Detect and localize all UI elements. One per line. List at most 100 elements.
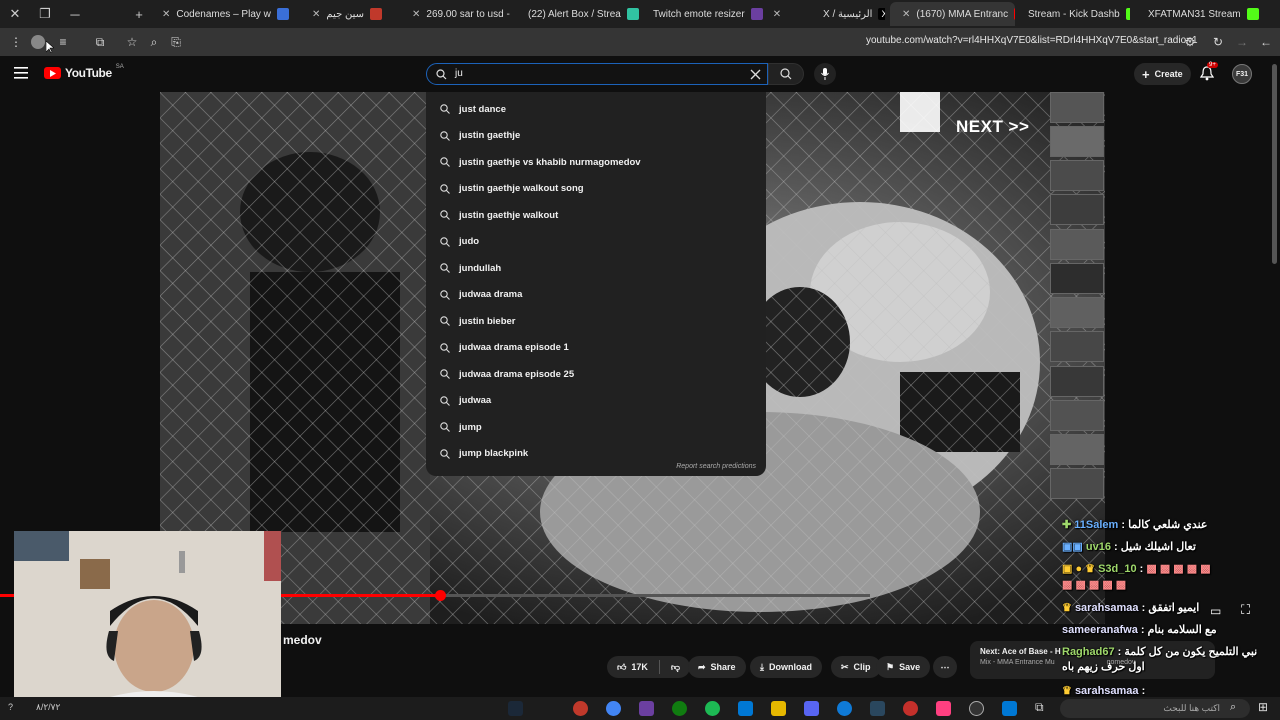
address-bar[interactable]: youtube.com/watch?v=rl4HHXqV7E0&list=RDr… [866, 35, 1198, 46]
steam-icon[interactable] [508, 701, 523, 716]
obs-icon[interactable] [969, 701, 984, 716]
search-suggestion-item[interactable]: jundullah [426, 255, 766, 282]
tab-currency[interactable]: ✕ 269.00 sar to usd - [400, 2, 515, 26]
like-button[interactable]: 👍︎ 17K 👎︎ [607, 656, 691, 678]
tab-xfatman-stream[interactable]: XFATMAN31 Stream [1140, 2, 1260, 26]
search-suggestion-item[interactable]: judwaa drama episode 1 [426, 335, 766, 362]
search-suggestion-item[interactable]: judwaa [426, 388, 766, 415]
share-page-icon[interactable]: ⎘ [168, 34, 184, 50]
restore-window-icon[interactable]: ❐ [30, 0, 60, 28]
reading-list-icon[interactable]: ≡ [55, 34, 71, 50]
more-actions-button[interactable]: ⋯ [933, 656, 957, 678]
thumbnail[interactable] [1050, 366, 1104, 397]
store-icon[interactable] [738, 701, 753, 716]
thumbnail[interactable] [1050, 194, 1104, 225]
thumbnail[interactable] [1050, 92, 1104, 123]
tab-x[interactable]: X / الرئيسية X [815, 2, 885, 26]
minimize-window-icon[interactable]: ─ [60, 0, 90, 28]
taskbar-search-box[interactable]: اكتب هنا للبحث [1060, 699, 1250, 718]
search-suggestion-item[interactable]: judo [426, 229, 766, 256]
tab-close-icon[interactable]: ✕ [902, 9, 910, 20]
tab-codenames[interactable]: ✕ Codenames – Play w [150, 2, 300, 26]
thumbnail[interactable] [1050, 331, 1104, 362]
page-scrollbar[interactable] [1272, 64, 1277, 264]
file-explorer-icon[interactable] [771, 701, 786, 716]
save-button[interactable]: ⚑ Save [876, 656, 931, 678]
app-icon[interactable] [936, 701, 951, 716]
tab-kick-dashboard[interactable]: Stream - Kick Dashb [1020, 2, 1130, 26]
avatar[interactable]: F31 [1232, 64, 1252, 84]
tab-close-icon[interactable]: ✕ [162, 9, 170, 20]
search-input[interactable]: ju [455, 68, 463, 79]
tab-seen-jeem[interactable]: ✕ سين جيم [300, 2, 400, 26]
chrome-icon[interactable] [606, 701, 621, 716]
search-suggestion-item[interactable]: judwaa drama episode 25 [426, 361, 766, 388]
voice-search-button[interactable] [814, 63, 836, 85]
app-icon[interactable] [573, 701, 588, 716]
profile-icon[interactable] [31, 35, 45, 49]
app-icon[interactable] [903, 701, 918, 716]
forward-icon[interactable]: → [1234, 34, 1250, 50]
task-view-icon[interactable]: ⧉ [1035, 700, 1044, 715]
tab-mma-entrance[interactable]: ✕ (1670) MMA Entranc [890, 2, 1015, 26]
edge-icon[interactable] [837, 701, 852, 716]
tab-alert-box[interactable]: (22) Alert Box / Strea [520, 2, 640, 26]
tab-emote-resizer[interactable]: Twitch emote resizer ✕ [645, 2, 785, 26]
close-window-icon[interactable]: ✕ [0, 0, 30, 28]
back-icon[interactable]: ← [1258, 34, 1274, 50]
tab-close-icon[interactable]: ✕ [773, 9, 781, 20]
zoom-icon[interactable]: ⌕ [146, 34, 162, 50]
outlook-icon[interactable] [1002, 701, 1017, 716]
spotify-icon[interactable] [705, 701, 720, 716]
thumbnail[interactable] [1050, 263, 1104, 294]
xbox-icon[interactable] [672, 701, 687, 716]
suggestion-text: judwaa drama [459, 289, 523, 301]
search-suggestion-item[interactable]: justin gaethje walkout [426, 202, 766, 229]
create-button[interactable]: + Create [1134, 63, 1191, 85]
discord-icon[interactable] [804, 701, 819, 716]
share-button[interactable]: ➦ Share [688, 656, 746, 678]
search-suggestion-item[interactable]: justin gaethje walkout song [426, 176, 766, 203]
windows-start-icon[interactable]: ⊞ [1258, 700, 1268, 714]
progress-scrubber[interactable] [435, 590, 446, 601]
fullscreen-icon[interactable]: ⛶ [1241, 602, 1250, 618]
search-suggestion-item[interactable]: justin gaethje vs khabib nurmagomedov [426, 149, 766, 176]
report-predictions-link[interactable]: Report search predictions [676, 463, 756, 470]
youtube-logo[interactable]: YouTube SA [44, 64, 124, 80]
tab-close-icon[interactable]: ✕ [412, 9, 420, 20]
search-suggestion-item[interactable]: jump [426, 414, 766, 441]
download-button[interactable]: ⤓ Download [750, 656, 822, 678]
thumbs-down-icon[interactable]: 👎︎ [671, 662, 680, 673]
help-icon[interactable]: ? [8, 702, 13, 712]
search-suggestion-item[interactable]: justin bieber [426, 308, 766, 335]
clear-search-icon[interactable] [750, 69, 761, 80]
notifications-bell-icon[interactable]: 9+ [1199, 62, 1218, 82]
site-settings-icon[interactable]: ⚙ [1182, 34, 1198, 50]
search-suggestion-item[interactable]: just dance [426, 96, 766, 123]
extensions-icon[interactable]: ⧉ [92, 34, 108, 50]
thumbnail[interactable] [1050, 400, 1104, 431]
menu-dots-icon[interactable]: ⋮ [8, 34, 24, 50]
steam-icon[interactable] [870, 701, 885, 716]
thumbnail[interactable] [1050, 468, 1104, 499]
tab-close-icon[interactable]: ✕ [312, 9, 320, 20]
search-suggestion-item[interactable]: judwaa drama [426, 282, 766, 309]
clip-button[interactable]: ✂ Clip [831, 656, 881, 678]
search-button[interactable] [768, 63, 804, 85]
thumbnail[interactable] [1050, 160, 1104, 191]
next-overlay-text: NEXT >> [956, 117, 1030, 136]
search-box[interactable]: ju [426, 63, 768, 85]
tab-favicon-icon [626, 8, 639, 20]
reload-icon[interactable]: ↻ [1210, 34, 1226, 50]
search-suggestion-item[interactable]: justin gaethje [426, 123, 766, 150]
app-icon[interactable] [639, 701, 654, 716]
bookmark-star-icon[interactable]: ☆ [124, 34, 140, 50]
hamburger-menu-icon[interactable] [14, 66, 30, 80]
thumbnail[interactable] [1050, 434, 1104, 465]
cast-icon[interactable]: ▭ [1210, 604, 1221, 618]
thumbnail[interactable] [1050, 229, 1104, 260]
search-icon [440, 130, 450, 141]
chat-message: ♛ sarahsamaa : [1062, 685, 1146, 697]
thumbnail[interactable] [1050, 126, 1104, 157]
thumbnail[interactable] [1050, 297, 1104, 328]
